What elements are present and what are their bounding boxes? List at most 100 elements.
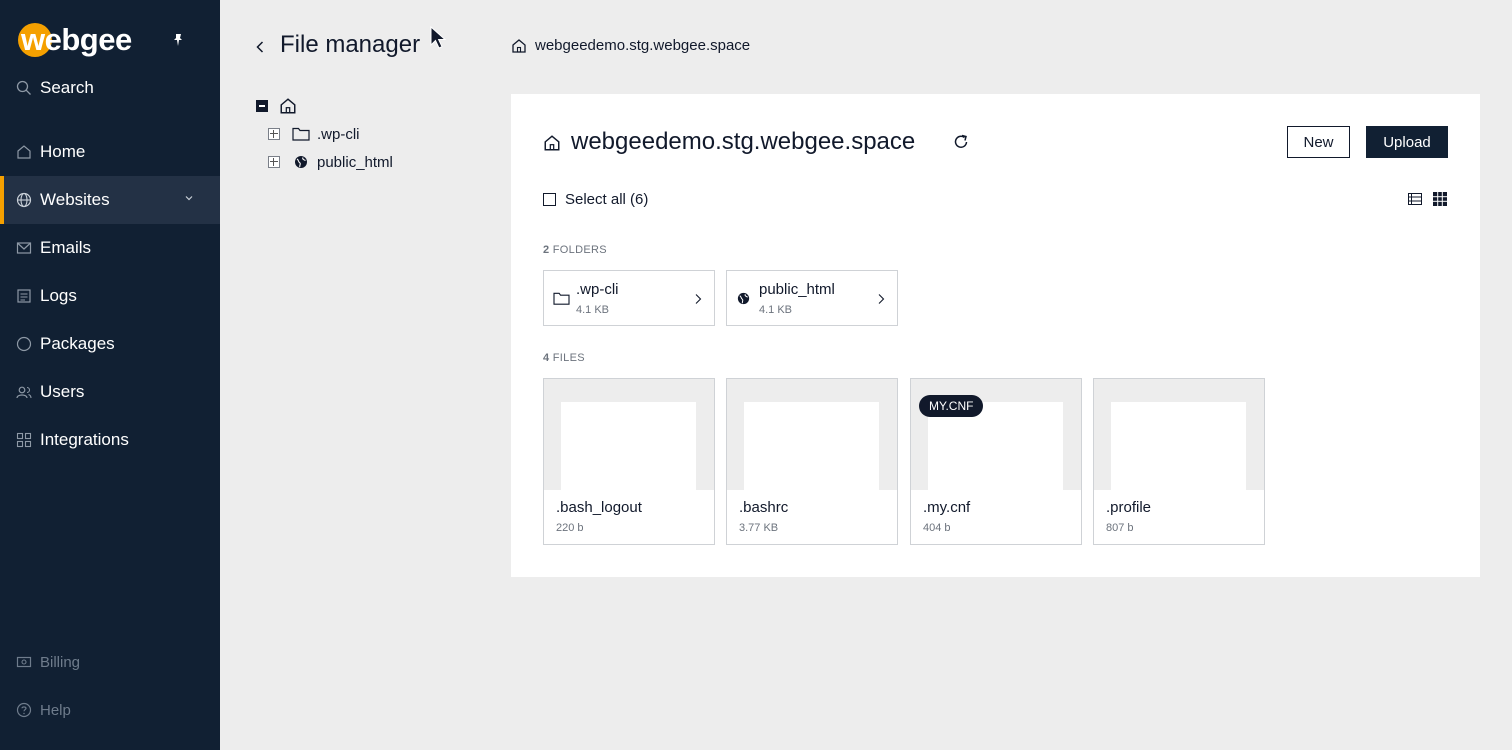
home-icon [512, 38, 526, 53]
folder-card-public-html[interactable]: public_html 4.1 KB [726, 270, 898, 326]
sidebar-item-label: Users [40, 382, 85, 401]
refresh-icon[interactable] [952, 133, 970, 151]
tree-item-label: public_html [317, 153, 393, 171]
home-icon [280, 98, 296, 114]
chevron-down-icon[interactable] [184, 193, 194, 203]
help-icon [16, 702, 32, 718]
file-name: .my.cnf [923, 499, 971, 516]
sidebar-bottom-nav: Billing Help [0, 638, 220, 734]
files-label: FILES [552, 352, 585, 364]
folder-size: 4.1 KB [576, 304, 610, 316]
file-name: .bash_logout [556, 499, 642, 516]
sidebar-item-label: Websites [40, 190, 110, 209]
sidebar-item-label: Packages [40, 334, 115, 353]
checkbox[interactable] [543, 193, 556, 206]
search-button[interactable]: Search [16, 76, 94, 100]
folder-name: .wp-cli [576, 281, 619, 298]
document-preview [1111, 402, 1246, 490]
chevron-right-icon [878, 294, 885, 304]
globe-icon [295, 156, 307, 168]
new-button[interactable]: New [1287, 126, 1350, 158]
back-arrow-icon[interactable] [253, 39, 267, 55]
sidebar-item-packages[interactable]: Packages [0, 320, 220, 368]
tree-item-public-html[interactable]: public_html [256, 148, 393, 176]
grid-view-icon[interactable] [1433, 192, 1447, 206]
sidebar-item-label: Integrations [40, 430, 129, 449]
collapse-toggle[interactable] [256, 100, 268, 112]
integrations-icon [16, 432, 32, 448]
sidebar-item-label: Billing [40, 653, 81, 671]
document-preview [744, 402, 879, 490]
file-thumbnail [544, 379, 714, 490]
upload-button[interactable]: Upload [1366, 126, 1448, 158]
home-icon [17, 145, 31, 159]
file-card-bashrc[interactable]: .bashrc 3.77 KB [726, 378, 898, 545]
logo-text: webgee [21, 22, 132, 57]
file-size: 807 b [1106, 522, 1134, 534]
expand-toggle[interactable] [268, 128, 280, 140]
file-size: 220 b [556, 522, 584, 534]
billing-icon [16, 656, 32, 668]
file-panel: webgeedemo.stg.webgee.space New Upload S… [511, 94, 1480, 577]
users-icon [16, 386, 32, 399]
globe-icon [16, 192, 32, 208]
chevron-right-icon [695, 294, 702, 304]
file-name: .bashrc [739, 499, 789, 516]
folder-size: 4.1 KB [759, 304, 793, 316]
document-preview [561, 402, 696, 490]
expand-toggle[interactable] [268, 156, 280, 168]
file-type-badge: MY.CNF [919, 395, 984, 417]
sidebar-item-users[interactable]: Users [0, 368, 220, 416]
list-view-icon[interactable] [1408, 193, 1422, 205]
tree-item-wp-cli[interactable]: .wp-cli [256, 120, 393, 148]
folder-tree: .wp-cli public_html [256, 92, 393, 176]
sidebar-item-billing[interactable]: Billing [0, 638, 220, 686]
panel-title: webgeedemo.stg.webgee.space [571, 128, 916, 155]
sidebar-item-help[interactable]: Help [0, 686, 220, 734]
sidebar-item-label: Home [40, 142, 86, 161]
mouse-cursor-icon [430, 26, 447, 49]
tree-root[interactable] [256, 92, 393, 120]
tree-item-label: .wp-cli [317, 125, 360, 143]
sidebar-item-websites[interactable]: Websites [0, 176, 220, 224]
folder-card-wp-cli[interactable]: .wp-cli 4.1 KB [543, 270, 715, 326]
file-card-bash-logout[interactable]: .bash_logout 220 b [543, 378, 715, 545]
folder-icon [553, 292, 570, 305]
logs-icon [17, 289, 31, 303]
sidebar-nav: Home Websites Emails Logs Packages Users… [0, 128, 220, 464]
files-count: 4 [543, 352, 550, 364]
breadcrumb-label: webgeedemo.stg.webgee.space [535, 37, 751, 54]
file-card-profile[interactable]: .profile 807 b [1093, 378, 1265, 545]
folder-name: public_html [759, 281, 835, 298]
select-all-label: Select all (6) [565, 191, 649, 208]
search-label: Search [40, 78, 94, 97]
sidebar-item-home[interactable]: Home [0, 128, 220, 176]
mail-icon [16, 242, 32, 254]
file-size: 404 b [923, 522, 951, 534]
sidebar-item-label: Logs [40, 286, 77, 305]
folders-label: FOLDERS [552, 244, 607, 256]
globe-icon [737, 292, 750, 305]
select-all-checkbox[interactable]: Select all (6) [543, 191, 648, 208]
sidebar-item-integrations[interactable]: Integrations [0, 416, 220, 464]
file-thumbnail [727, 379, 897, 490]
sidebar: webgee Search Home Websites Emails Logs [0, 0, 220, 750]
breadcrumb[interactable]: webgeedemo.stg.webgee.space [511, 37, 750, 54]
file-thumbnail [1094, 379, 1264, 490]
folders-count: 2 [543, 244, 550, 256]
pin-icon[interactable] [170, 32, 186, 48]
sidebar-item-label: Help [40, 701, 71, 719]
search-icon [16, 80, 31, 95]
file-name: .profile [1106, 499, 1152, 516]
sidebar-item-label: Emails [40, 238, 92, 257]
files-section-label: 4 FILES [543, 352, 585, 364]
home-icon [544, 135, 560, 151]
webgee-logo[interactable]: webgee [18, 21, 132, 59]
sidebar-item-logs[interactable]: Logs [0, 272, 220, 320]
page-title: File manager [280, 31, 421, 58]
file-card-my-cnf[interactable]: MY.CNF .my.cnf 404 b [910, 378, 1082, 545]
folder-icon [292, 127, 310, 141]
package-icon [16, 336, 32, 352]
sidebar-item-emails[interactable]: Emails [0, 224, 220, 272]
folders-section-label: 2 FOLDERS [543, 244, 607, 256]
